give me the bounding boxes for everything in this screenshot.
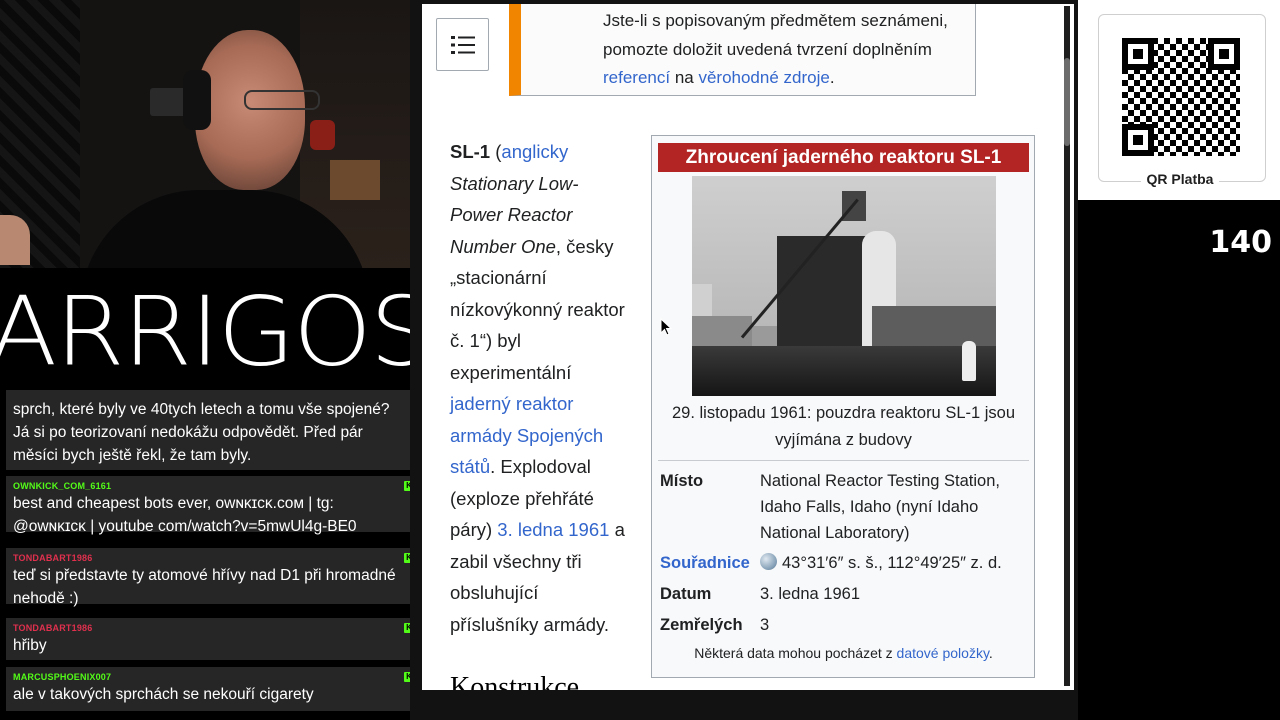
lead-text: ( [490,141,502,162]
chat-message-text: hřiby [13,637,47,654]
qr-code[interactable] [1122,38,1240,156]
webcam-feed [0,0,410,268]
channel-logo: ARRIGOS [0,268,420,390]
infobox-key: Místo [660,472,704,490]
mouse-cursor-icon [660,318,672,336]
chat-username[interactable]: TONDABART1986 [13,618,400,634]
chat-message: MARCUSPHOENIX007 ale v takových sprchách… [6,667,420,711]
article-subject: SL-1 [450,141,491,162]
footnote-text: Některá data mohou pocházet z [694,645,897,661]
chat-message: sprch, které byly ve 40tych letech a tom… [6,390,420,470]
browser-window: Jste-li s popisovaným předmětem seznámen… [410,0,1078,720]
coordinates-link[interactable]: Souřadnice [660,550,760,576]
references-link[interactable]: referencí [603,68,670,87]
nuclear-reactor-link[interactable]: jaderný reaktor [450,393,573,414]
chat-message: TONDABART1986 teď si představte ty atomo… [6,548,420,607]
qr-payment-panel: QR Platba [1078,0,1280,200]
chat-message: TONDABART1986 hřiby K [6,618,420,660]
chat-username[interactable]: OWNKICK_COM_6161 [13,476,400,492]
divider [658,460,1029,461]
chat-message-text: ale v takových sprchách se nekouří cigar… [13,686,314,703]
photo-caption: 29. listopadu 1961: pouzdra reaktoru SL-… [671,404,1016,449]
toc-button[interactable] [436,18,489,71]
reactor-photo[interactable] [692,176,996,396]
viewer-count: 140 [1209,225,1272,260]
data-item-link[interactable]: datové položky [897,645,989,661]
chat-message-text: best and cheapest bots ever, ᴏwɴᴋɪcᴋ.cᴏᴍ… [13,495,357,535]
wikipedia-page: Jste-li s popisovaným předmětem seznámen… [422,4,1074,690]
chat-message-text: sprch, které byly ve 40tych letech a tom… [13,401,390,464]
infobox-value: 3 [760,616,770,634]
list-icon [450,35,475,54]
scrollbar-thumb[interactable] [1064,58,1070,146]
infobox-key: Zemřelých [660,616,743,634]
footnote-text: . [988,645,993,661]
chat-username[interactable]: TONDABART1986 [13,548,400,564]
notice-text: Jste-li s popisovaným předmětem seznámen… [603,7,983,93]
globe-icon [760,553,777,570]
english-link[interactable]: anglicky [501,141,568,162]
date-link[interactable]: 3. ledna 1961 [497,519,609,540]
infobox-key: Datum [660,585,712,603]
section-heading: Konstrukce [450,672,580,690]
logo-text: ARRIGOS [0,275,420,388]
chat-username[interactable]: MARCUSPHOENIX007 [13,667,400,683]
page-scrollbar[interactable] [1064,6,1070,686]
qr-label-text: QR Platba [1140,171,1220,187]
infobox-title: Zhroucení jaderného reaktoru SL-1 [658,143,1029,172]
lead-text: , česky „stacionární nízkovýkonný reakto… [450,235,625,383]
reliable-sources-link[interactable]: věrohodné zdroje [698,68,829,87]
notice-line: na [670,68,699,87]
chat-panel: sprch, které byly ve 40tych letech a tom… [0,390,420,720]
notice-box: Jste-li s popisovaným předmětem seznámen… [509,4,976,96]
coordinates-text: 43°31′6″ s. š., 112°49′25″ z. d. [782,554,1002,572]
infobox-value: 3. ledna 1961 [760,585,861,603]
infobox: Zhroucení jaderného reaktoru SL-1 29. li… [651,135,1035,678]
notice-line: . [829,68,835,87]
coordinates-value[interactable]: 43°31′6″ s. š., 112°49′25″ z. d. [760,550,1030,576]
notice-line: Jste-li s popisovaným předmětem seznámen… [603,11,948,59]
chat-message-text: teď si představte ty atomové hřívy nad D… [13,567,396,607]
infobox-value: National Reactor Testing Station, Idaho … [760,472,1000,542]
infobox-footnote: Některá data mohou pocházet z datové pol… [658,645,1029,661]
chat-message: OWNKICK_COM_6161 best and cheapest bots … [6,476,420,535]
qr-label: QR Platba [1110,171,1250,187]
lead-paragraph: SL-1 (anglicky Stationary Low-Power Reac… [450,136,630,640]
